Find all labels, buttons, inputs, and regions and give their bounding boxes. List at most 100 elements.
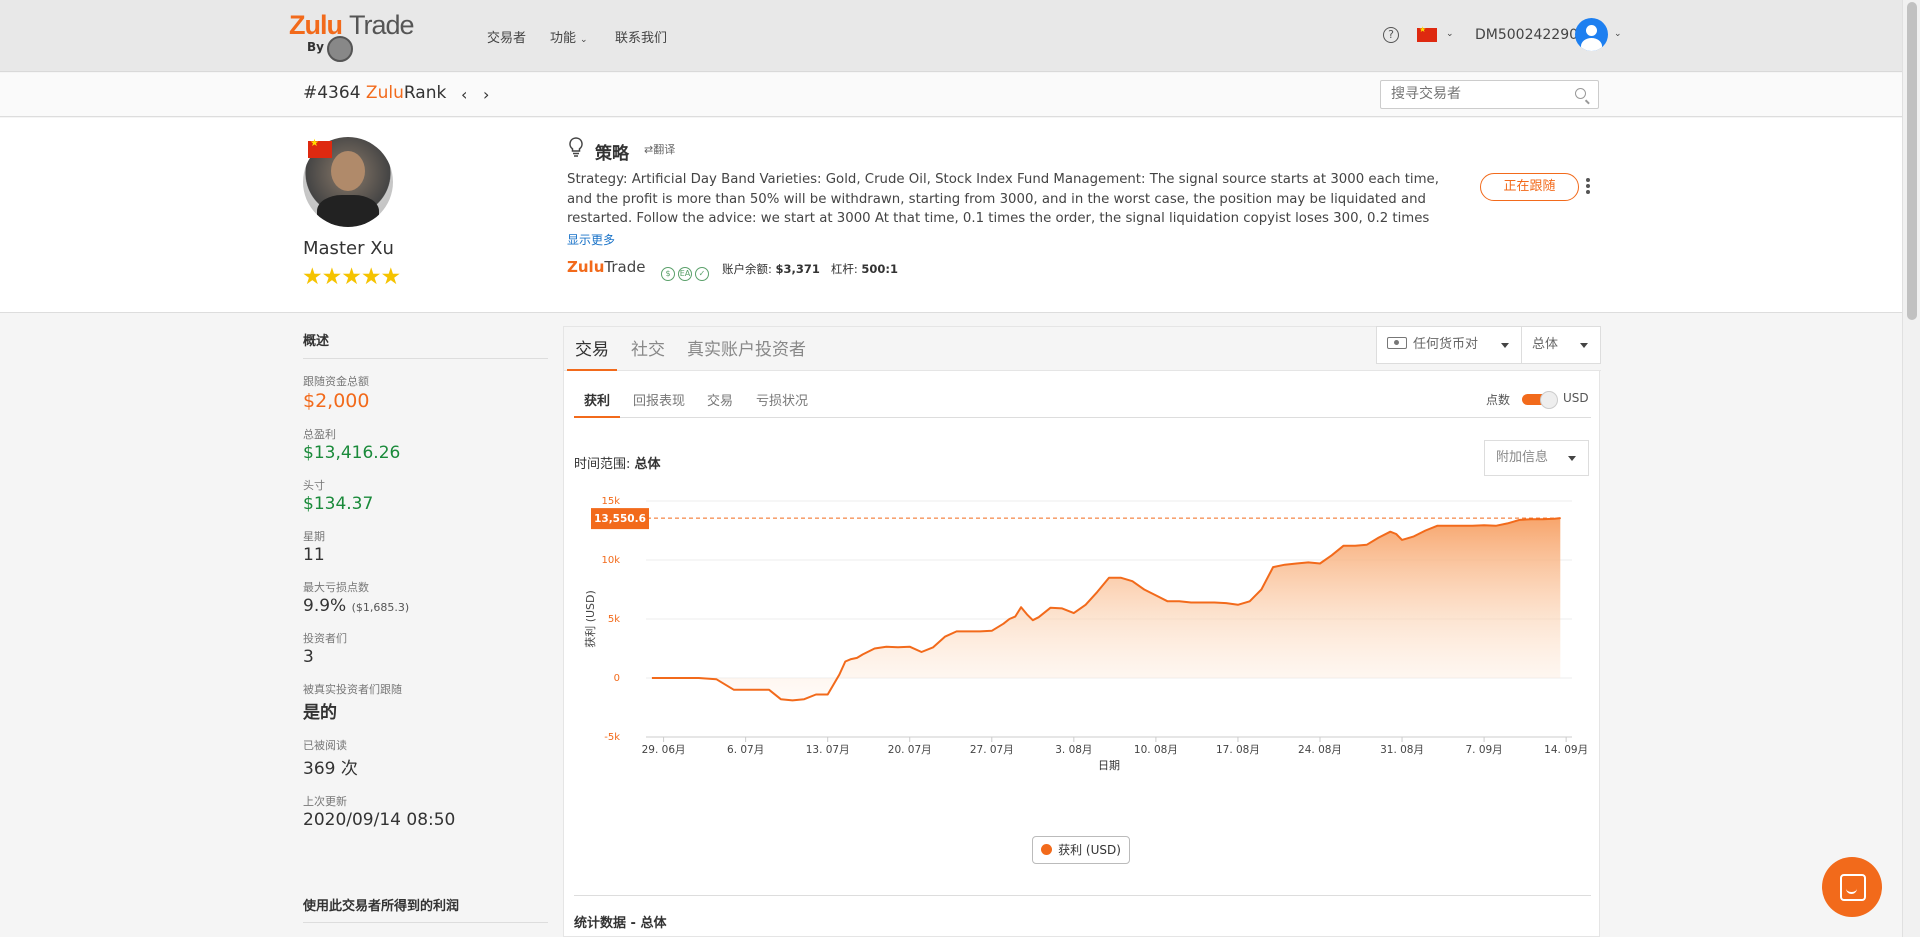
y-tick-label: 0 [614, 673, 620, 684]
tab-trading[interactable]: 交易 [567, 335, 617, 371]
x-tick-label: 29. 06月 [642, 744, 686, 756]
dollar-badge-icon: $ [661, 267, 675, 281]
y-tick-label: -5k [604, 732, 620, 743]
flag-cn-icon[interactable] [1417, 25, 1437, 42]
trader-name: Master Xu [303, 238, 394, 259]
chart-legend[interactable]: 获利 (USD) [1032, 836, 1130, 864]
stat-label: 头寸 [303, 479, 325, 492]
strategy-title: 策略 [595, 144, 629, 164]
chat-icon[interactable] [1822, 857, 1882, 917]
following-button[interactable]: 正在跟随 [1480, 173, 1579, 201]
chevron-down-icon[interactable]: ⌄ [1610, 25, 1622, 40]
balance-value: $3,371 [775, 262, 820, 276]
stat-value: 3 [303, 647, 314, 667]
x-tick-label: 7. 09月 [1465, 744, 1502, 756]
main-tabs: 交易 社交 真实账户投资者 任何货币对 总体 [564, 326, 1601, 371]
stat-label: 已被阅读 [303, 739, 347, 752]
stat-investors: 投资者们 3 [303, 630, 548, 667]
strategy-text: Strategy: Artificial Day Band Varieties:… [567, 172, 1439, 226]
nav-features-label: 功能 [550, 31, 577, 46]
verified-badge-icon: ✓ [695, 267, 709, 281]
search-box[interactable] [1380, 80, 1599, 109]
subtab-drawdown[interactable]: 亏损状况 [746, 390, 818, 418]
page: Zulu Trade By 交易者 功能⌄ 联系我们 ? ⌄ DM5002422… [0, 0, 1920, 937]
subtab-profit[interactable]: 获利 [574, 390, 621, 418]
stats-section-title: 统计数据 - 总体 [574, 895, 1591, 931]
y-tick-label: 5k [608, 614, 620, 625]
logo-by: By [307, 40, 324, 54]
series-area [651, 518, 1561, 701]
zt-zulu: Zulu [567, 258, 605, 276]
money-icon [1387, 337, 1407, 349]
drawdown-pct: 9.9% [303, 596, 347, 616]
nav-traders-label: 交易者 [487, 31, 527, 46]
nav-contact[interactable]: 联系我们 [615, 27, 667, 46]
drawdown-amount: ($1,685.3) [351, 601, 410, 614]
currency-pair-value: 任何货币对 [1413, 337, 1479, 352]
legend-dot [1041, 844, 1053, 855]
scrollbar-thumb[interactable] [1907, 2, 1917, 320]
x-tick-label: 13. 07月 [806, 744, 850, 756]
zt-trade: Trade [604, 258, 646, 276]
zulurank: #4364 ZuluRank [303, 83, 446, 103]
stat-max-drawdown: 最大亏损点数 9.9% ($1,685.3) [303, 579, 548, 616]
chevron-down-icon: ⌄ [580, 35, 588, 45]
subtab-trades[interactable]: 交易 [697, 390, 743, 418]
pips-usd-toggle[interactable] [1522, 391, 1558, 409]
tab-real-investors[interactable]: 真实账户投资者 [679, 335, 814, 371]
tab-social[interactable]: 社交 [623, 335, 673, 371]
toggle-pips-label: 点数 [1486, 393, 1511, 407]
y-axis-title: 获利 (USD) [584, 590, 597, 648]
stat-followed-funds: 跟随资金总额 $2,000 [303, 373, 548, 412]
stat-label: 投资者们 [303, 632, 347, 645]
nav-features[interactable]: 功能 ⌄ [550, 27, 588, 46]
nav-traders[interactable]: 交易者 [487, 27, 526, 46]
zulutrade-logo[interactable]: Zulu Trade By [289, 10, 429, 64]
subtab-returns[interactable]: 回报表现 [623, 390, 695, 418]
stat-last-update: 上次更新 2020/09/14 08:50 [303, 793, 548, 830]
stat-value: 369 次 [303, 759, 358, 779]
x-tick-label: 27. 07月 [970, 744, 1014, 756]
x-tick-label: 20. 07月 [888, 744, 932, 756]
account-badges: $ EA ✓ [661, 261, 712, 281]
extra-info-dropdown[interactable]: 附加信息 [1484, 440, 1589, 476]
stat-label: 上次更新 [303, 795, 347, 808]
stat-label: 星期 [303, 530, 325, 543]
toggle-usd-label: USD [1563, 391, 1589, 405]
show-more-link[interactable]: 显示更多 [567, 231, 615, 248]
logo-trade: Trade [349, 10, 415, 40]
period-dropdown[interactable]: 总体 [1521, 326, 1601, 364]
scrollbar[interactable] [1902, 0, 1920, 937]
top-navbar: Zulu Trade By 交易者 功能⌄ 联系我们 ? ⌄ DM5002422… [0, 0, 1902, 72]
stat-value: 2020/09/14 08:50 [303, 810, 456, 830]
search-icon[interactable] [1575, 88, 1586, 99]
currency-pair-dropdown[interactable]: 任何货币对 [1376, 326, 1522, 364]
rank-label: Rank [403, 83, 447, 103]
x-tick-label: 3. 08月 [1055, 744, 1092, 756]
y-tick-label: 10k [601, 555, 620, 566]
username[interactable]: DM500242290 [1475, 27, 1578, 43]
leverage-value: 500:1 [861, 262, 899, 276]
chevron-down-icon[interactable]: ⌄ [1442, 25, 1454, 40]
stat-views: 已被阅读 369 次 [303, 737, 548, 779]
range-value: 总体 [634, 457, 661, 472]
stat-label: 总盈利 [303, 428, 336, 441]
nav-contact-label: 联系我们 [615, 31, 668, 46]
x-tick-label: 6. 07月 [727, 744, 764, 756]
more-options-icon[interactable] [1586, 178, 1590, 196]
rank-number: #4364 [303, 83, 361, 103]
next-arrow-icon[interactable]: › [483, 85, 489, 104]
help-icon[interactable]: ? [1383, 27, 1399, 43]
translate-button[interactable]: ⇄翻译 [644, 141, 675, 157]
x-tick-label: 17. 08月 [1216, 744, 1260, 756]
user-avatar-icon[interactable] [1575, 18, 1608, 51]
rank-zulu: Zulu [365, 83, 404, 103]
leverage-label: 杠杆: [830, 262, 858, 276]
y-tick-label: 15k [601, 496, 620, 507]
rank-bar: #4364 ZuluRank ‹ › [0, 73, 1902, 117]
search-input[interactable] [1381, 81, 1561, 107]
profit-section-title: 使用此交易者所得到的利润 [303, 895, 548, 923]
extra-info-label: 附加信息 [1496, 450, 1549, 465]
stat-label: 跟随资金总额 [303, 375, 369, 388]
prev-arrow-icon[interactable]: ‹ [461, 85, 467, 104]
